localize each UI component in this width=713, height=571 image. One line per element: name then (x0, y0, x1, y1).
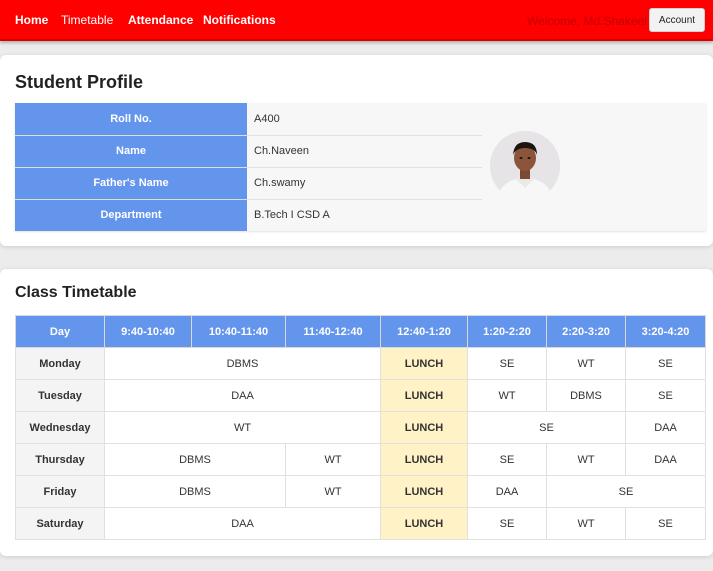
lunch-cell: LUNCH (380, 347, 468, 380)
timetable-table: Day 9:40-10:40 10:40-11:40 11:40-12:40 1… (15, 315, 706, 540)
account-button[interactable]: Account (649, 8, 705, 32)
subject-cell: WT (104, 411, 381, 444)
day-cell: Tuesday (15, 379, 105, 412)
timetable-title: Class Timetable (15, 284, 137, 301)
subject-cell: DAA (467, 475, 547, 508)
timetable-row-thursday: Thursday DBMS WT LUNCH SE WT DAA (15, 443, 706, 476)
subject-cell: WT (285, 475, 381, 508)
header-slot-7: 3:20-4:20 (625, 315, 706, 348)
subject-cell: SE (546, 475, 706, 508)
nav-timetable-link[interactable]: Timetable (61, 13, 113, 28)
lunch-cell: LUNCH (380, 379, 468, 412)
subject-cell: WT (546, 443, 626, 476)
subject-cell: SE (625, 379, 706, 412)
roll-label: Roll No. (15, 103, 247, 136)
student-avatar (490, 131, 560, 201)
profile-row-department: Department B.Tech I CSD A (15, 199, 482, 231)
profile-details: Roll No. A400 Name Ch.Naveen Father's Na… (15, 103, 706, 231)
lunch-cell: LUNCH (380, 443, 468, 476)
day-cell: Wednesday (15, 411, 105, 444)
name-label: Name (15, 135, 247, 168)
profile-table: Roll No. A400 Name Ch.Naveen Father's Na… (15, 103, 482, 231)
header-slot-5: 1:20-2:20 (467, 315, 547, 348)
day-cell: Saturday (15, 507, 105, 540)
lunch-cell: LUNCH (380, 507, 468, 540)
timetable-header-row: Day 9:40-10:40 10:40-11:40 11:40-12:40 1… (15, 315, 706, 348)
student-photo-icon (490, 131, 560, 201)
header-slot-lunch: 12:40-1:20 (380, 315, 468, 348)
profile-row-roll: Roll No. A400 (15, 103, 482, 136)
nav-home-link[interactable]: Home (15, 13, 48, 28)
lunch-cell: LUNCH (380, 475, 468, 508)
timetable-row-tuesday: Tuesday DAA LUNCH WT DBMS SE (15, 379, 706, 412)
subject-cell: WT (467, 379, 547, 412)
subject-cell: SE (467, 347, 547, 380)
department-label: Department (15, 199, 247, 231)
subject-cell: SE (467, 507, 547, 540)
subject-cell: SE (625, 347, 706, 380)
roll-value: A400 (247, 103, 482, 136)
day-cell: Friday (15, 475, 105, 508)
father-name-value: Ch.swamy (247, 167, 482, 200)
subject-cell: DAA (625, 411, 706, 444)
header-slot-3: 11:40-12:40 (285, 315, 381, 348)
header-slot-6: 2:20-3:20 (546, 315, 626, 348)
nav-notifications-link[interactable]: Notifications (203, 13, 276, 28)
subject-cell: DAA (104, 507, 381, 540)
day-cell: Thursday (15, 443, 105, 476)
lunch-cell: LUNCH (380, 411, 468, 444)
top-navbar: Home Timetable Attendance Notifications … (0, 0, 713, 41)
timetable-row-friday: Friday DBMS WT LUNCH DAA SE (15, 475, 706, 508)
nav-attendance-link[interactable]: Attendance (128, 13, 193, 28)
class-timetable-card: Class Timetable Day 9:40-10:40 10:40-11:… (0, 269, 713, 556)
timetable-row-saturday: Saturday DAA LUNCH SE WT SE (15, 507, 706, 540)
father-name-label: Father's Name (15, 167, 247, 200)
header-slot-1: 9:40-10:40 (104, 315, 192, 348)
subject-cell: SE (467, 443, 547, 476)
name-value: Ch.Naveen (247, 135, 482, 168)
profile-row-name: Name Ch.Naveen (15, 135, 482, 168)
subject-cell: WT (546, 347, 626, 380)
subject-cell: SE (625, 507, 706, 540)
profile-row-father: Father's Name Ch.swamy (15, 167, 482, 200)
subject-cell: DAA (104, 379, 381, 412)
subject-cell: DBMS (104, 475, 286, 508)
subject-cell: DBMS (546, 379, 626, 412)
subject-cell: DBMS (104, 347, 381, 380)
subject-cell: SE (467, 411, 626, 444)
department-value: B.Tech I CSD A (254, 209, 330, 222)
header-slot-2: 10:40-11:40 (191, 315, 286, 348)
subject-cell: DAA (625, 443, 706, 476)
subject-cell: WT (285, 443, 381, 476)
day-cell: Monday (15, 347, 105, 380)
header-day: Day (15, 315, 105, 348)
welcome-text: Welcome, Md.Shakeel (527, 14, 647, 28)
timetable-row-wednesday: Wednesday WT LUNCH SE DAA (15, 411, 706, 444)
student-profile-card: Student Profile Roll No. A400 Name Ch.Na… (0, 55, 713, 246)
subject-cell: WT (546, 507, 626, 540)
timetable-row-monday: Monday DBMS LUNCH SE WT SE (15, 347, 706, 380)
profile-title: Student Profile (15, 72, 144, 92)
subject-cell: DBMS (104, 443, 286, 476)
